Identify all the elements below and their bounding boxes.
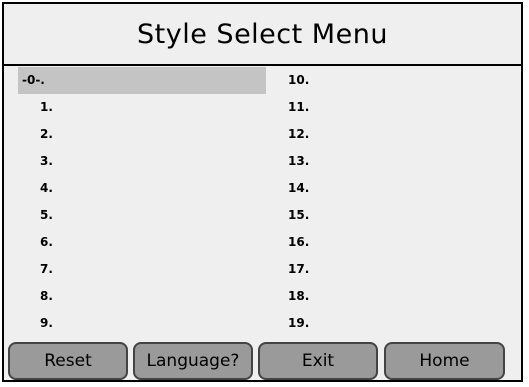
title-divider [4, 64, 521, 66]
style-item-5[interactable]: 5. [18, 202, 266, 229]
title-bar: Style Select Menu [4, 4, 521, 64]
page-title: Style Select Menu [137, 18, 388, 50]
style-item-4[interactable]: 4. [18, 175, 266, 202]
style-item-17[interactable]: 17. [268, 256, 516, 283]
exit-button[interactable]: Exit [258, 342, 378, 380]
style-item-3[interactable]: 3. [18, 148, 266, 175]
style-item-7[interactable]: 7. [18, 256, 266, 283]
style-item-16[interactable]: 16. [268, 229, 516, 256]
style-select-screen: Style Select Menu -0-. 1. 2. 3. 4. 5. 6.… [2, 2, 523, 382]
style-item-6[interactable]: 6. [18, 229, 266, 256]
style-item-8[interactable]: 8. [18, 283, 266, 310]
home-button[interactable]: Home [384, 342, 505, 380]
style-item-9[interactable]: 9. [18, 310, 266, 337]
style-item-10[interactable]: 10. [268, 67, 516, 94]
style-item-13[interactable]: 13. [268, 148, 516, 175]
style-item-2[interactable]: 2. [18, 121, 266, 148]
button-bar: Reset Language? Exit Home [4, 340, 521, 380]
style-item-15[interactable]: 15. [268, 202, 516, 229]
style-item-11[interactable]: 11. [268, 94, 516, 121]
style-list-left: -0-. 1. 2. 3. 4. 5. 6. 7. 8. 9. [18, 67, 266, 337]
style-list-right: 10. 11. 12. 13. 14. 15. 16. 17. 18. 19. [268, 67, 516, 337]
style-item-1[interactable]: 1. [18, 94, 266, 121]
reset-button[interactable]: Reset [8, 342, 128, 380]
style-item-12[interactable]: 12. [268, 121, 516, 148]
language-button[interactable]: Language? [133, 342, 253, 380]
style-item-0[interactable]: -0-. [18, 67, 266, 94]
style-item-18[interactable]: 18. [268, 283, 516, 310]
style-item-14[interactable]: 14. [268, 175, 516, 202]
style-item-19[interactable]: 19. [268, 310, 516, 337]
